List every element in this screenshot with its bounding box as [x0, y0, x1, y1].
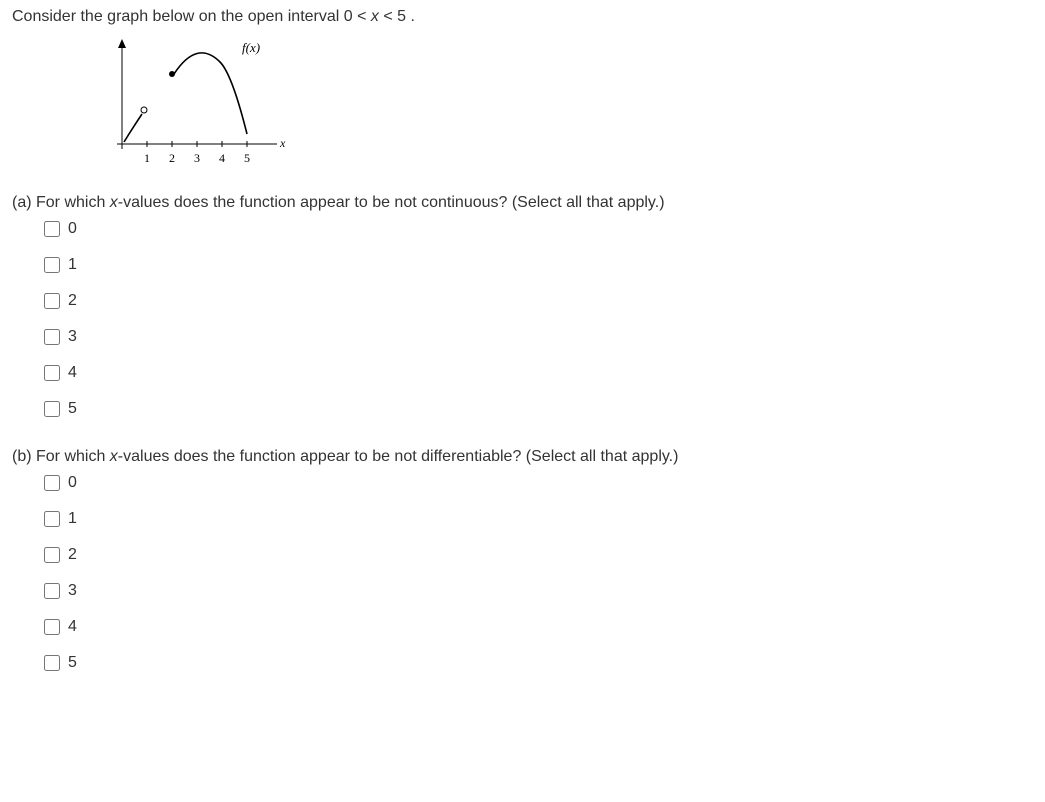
option-a-0-label: 0: [68, 220, 77, 238]
checkbox-b-2[interactable]: [44, 547, 60, 563]
qb-suffix: -values does the function appear to be n…: [118, 448, 679, 465]
option-a-3-label: 3: [68, 328, 77, 346]
option-b-0-label: 0: [68, 474, 77, 492]
x-axis-label: x: [279, 136, 286, 150]
option-b-4-row: 4: [40, 616, 1033, 638]
tick-4: 4: [219, 151, 225, 165]
option-a-1-label: 1: [68, 256, 77, 274]
option-b-2-label: 2: [68, 546, 77, 564]
question-a-text: (a) For which x-values does the function…: [12, 194, 1033, 212]
option-b-3-row: 3: [40, 580, 1033, 602]
tick-1: 1: [144, 151, 150, 165]
option-a-2-row: 2: [40, 290, 1033, 312]
checkbox-b-4[interactable]: [44, 619, 60, 635]
option-b-1-row: 1: [40, 508, 1033, 530]
option-b-5-row: 5: [40, 652, 1033, 674]
option-a-2-label: 2: [68, 292, 77, 310]
option-a-1-row: 1: [40, 254, 1033, 276]
intro-prefix: Consider the graph below on the open int…: [12, 8, 371, 25]
checkbox-a-1[interactable]: [44, 257, 60, 273]
qa-prefix: (a) For which: [12, 194, 110, 211]
tick-5: 5: [244, 151, 250, 165]
option-a-4-label: 4: [68, 364, 77, 382]
question-a: (a) For which x-values does the function…: [12, 194, 1033, 420]
intro-suffix: < 5 .: [379, 8, 415, 25]
option-a-3-row: 3: [40, 326, 1033, 348]
option-a-4-row: 4: [40, 362, 1033, 384]
fx-label: f(x): [242, 40, 260, 55]
checkbox-a-0[interactable]: [44, 221, 60, 237]
graph-container: 1 2 3 4 5 x f(x): [102, 34, 1033, 174]
checkbox-a-4[interactable]: [44, 365, 60, 381]
qa-var: x: [110, 194, 118, 211]
option-a-5-row: 5: [40, 398, 1033, 420]
option-b-0-row: 0: [40, 472, 1033, 494]
option-a-0-row: 0: [40, 218, 1033, 240]
options-b: 1 2 3 4 5: [40, 508, 1033, 674]
tick-2: 2: [169, 151, 175, 165]
checkbox-b-5[interactable]: [44, 655, 60, 671]
checkbox-b-3[interactable]: [44, 583, 60, 599]
checkbox-b-0[interactable]: [44, 475, 60, 491]
intro-text: Consider the graph below on the open int…: [12, 8, 1033, 26]
function-graph: 1 2 3 4 5 x f(x): [102, 34, 302, 174]
option-b-2-row: 2: [40, 544, 1033, 566]
question-b: (b) For which x-values does the function…: [12, 448, 1033, 674]
qb-var: x: [110, 448, 118, 465]
checkbox-a-3[interactable]: [44, 329, 60, 345]
option-b-5-label: 5: [68, 654, 77, 672]
option-a-5-label: 5: [68, 400, 77, 418]
checkbox-a-5[interactable]: [44, 401, 60, 417]
qa-suffix: -values does the function appear to be n…: [118, 194, 665, 211]
option-b-4-label: 4: [68, 618, 77, 636]
option-b-3-label: 3: [68, 582, 77, 600]
checkbox-b-1[interactable]: [44, 511, 60, 527]
options-a: 1 2 3 4 5: [40, 254, 1033, 420]
question-b-text: (b) For which x-values does the function…: [12, 448, 1033, 466]
tick-3: 3: [194, 151, 200, 165]
option-b-1-label: 1: [68, 510, 77, 528]
qb-prefix: (b) For which: [12, 448, 110, 465]
intro-var: x: [371, 8, 379, 25]
checkbox-a-2[interactable]: [44, 293, 60, 309]
